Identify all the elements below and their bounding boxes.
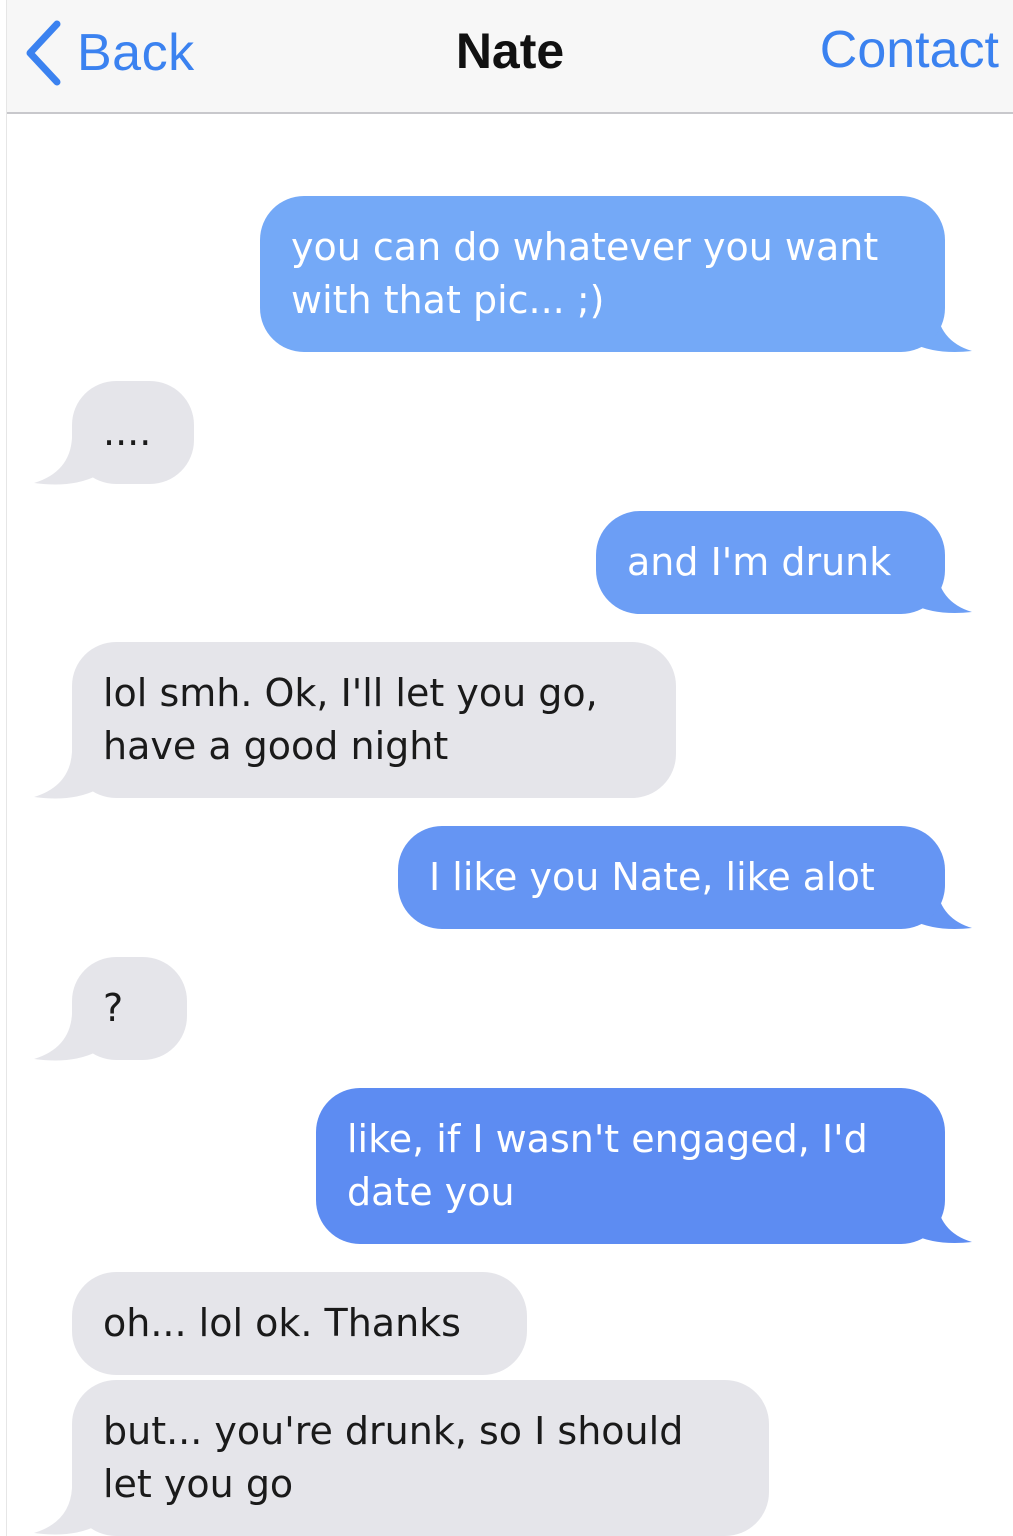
message-bubble-sent: like, if I wasn't engaged, I'd date you <box>316 1088 945 1244</box>
conversation-screen: Back Nate Contact you can do whatever yo… <box>6 0 1013 1536</box>
message-bubble-sent: I like you Nate, like alot <box>398 826 945 929</box>
message-bubble-received: but... you're drunk, so I should let you… <box>72 1380 769 1536</box>
message-bubble-received: lol smh. Ok, I'll let you go, have a goo… <box>72 642 676 798</box>
contact-button[interactable]: Contact <box>820 20 999 80</box>
message-bubble-received: ? <box>72 957 187 1060</box>
navigation-bar: Back Nate Contact <box>7 0 1013 114</box>
message-bubble-sent: you can do whatever you want with that p… <box>260 196 945 352</box>
message-bubble-sent: and I'm drunk <box>596 511 945 614</box>
message-bubble-received: .... <box>72 381 194 484</box>
message-bubble-received: oh... lol ok. Thanks <box>72 1272 527 1375</box>
